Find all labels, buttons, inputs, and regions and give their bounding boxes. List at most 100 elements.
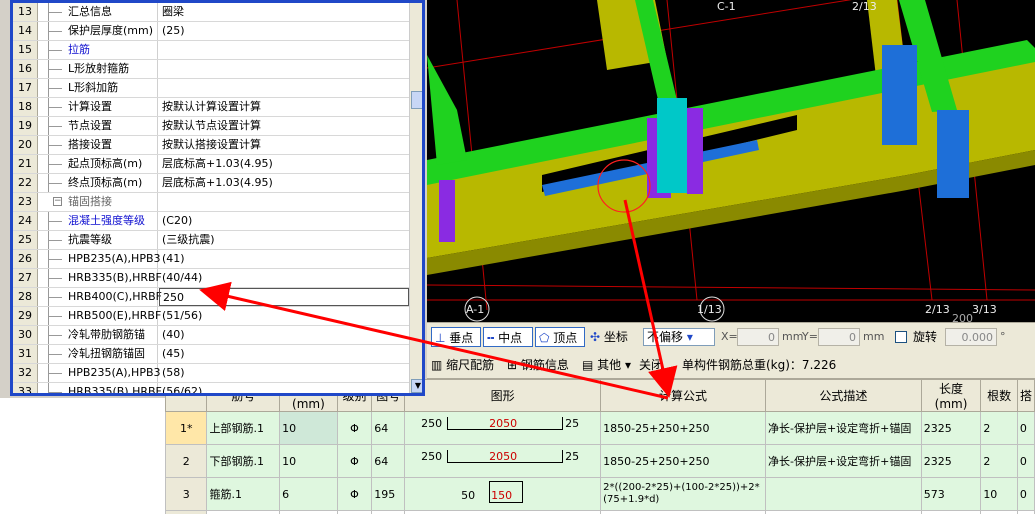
- row-number[interactable]: 3: [165, 477, 208, 511]
- shape-cell[interactable]: 250 2050 25: [404, 411, 602, 445]
- bar-name-cell[interactable]: 上部钢筋.1: [206, 411, 281, 445]
- table-row[interactable]: 4: [165, 510, 1035, 514]
- property-row[interactable]: 17 L形斜加筋: [13, 79, 409, 98]
- property-row[interactable]: 26 HPB235(A),HPB3 (41): [13, 250, 409, 269]
- property-row[interactable]: 28 HRB400(C),HRBF 250: [13, 288, 409, 307]
- formula-description-cell[interactable]: 净长-保护层+设定弯折+锚固: [764, 411, 922, 445]
- 3d-viewport[interactable]: A-1 1/13 2/13 3/13 200 C-1 2/13: [427, 0, 1035, 322]
- other-menu-button[interactable]: ▤ 其他 ▾: [582, 356, 631, 374]
- property-scrollbar[interactable]: ▼: [409, 3, 422, 393]
- property-row[interactable]: 27 HRB335(B),HRBF (40/44): [13, 269, 409, 288]
- property-value[interactable]: (45): [159, 345, 409, 363]
- scrollbar-thumb[interactable]: [411, 91, 422, 109]
- count-cell[interactable]: 2: [980, 411, 1018, 445]
- property-value[interactable]: [159, 60, 409, 78]
- lap-cell[interactable]: 0: [1016, 444, 1035, 478]
- property-value[interactable]: (41): [159, 250, 409, 268]
- length-cell[interactable]: 573: [920, 477, 982, 511]
- property-value[interactable]: 圈梁: [159, 3, 409, 21]
- count-cell[interactable]: 2: [980, 444, 1018, 478]
- property-value[interactable]: 层底标高+1.03(4.95): [159, 174, 409, 192]
- property-row[interactable]: 16 L形放射箍筋: [13, 60, 409, 79]
- scale-rebar-button[interactable]: ▥ 缩尺配筋: [431, 356, 494, 374]
- property-row[interactable]: 14 保护层厚度(mm) (25): [13, 22, 409, 41]
- property-row[interactable]: 32 HPB235(A),HPB3 (58): [13, 364, 409, 383]
- property-row[interactable]: 18 计算设置 按默认计算设置计算: [13, 98, 409, 117]
- bar-name-cell[interactable]: 箍筋.1: [206, 477, 281, 511]
- rotate-checkbox[interactable]: [895, 331, 907, 343]
- shape-right-value: 25: [565, 450, 580, 463]
- property-value[interactable]: (40): [159, 326, 409, 344]
- property-value[interactable]: 按默认计算设置计算: [159, 98, 409, 116]
- close-button[interactable]: 关闭: [639, 356, 663, 374]
- property-value[interactable]: (51/56): [159, 307, 409, 325]
- formula-cell[interactable]: 1850-25+250+250: [600, 444, 766, 478]
- row-number[interactable]: 1*: [165, 411, 208, 445]
- grade-cell[interactable]: Φ: [336, 411, 373, 445]
- property-value[interactable]: (40/44): [159, 269, 409, 287]
- shape-cell[interactable]: 250 2050 25: [404, 444, 602, 478]
- property-row[interactable]: 21 起点顶标高(m) 层底标高+1.03(4.95): [13, 155, 409, 174]
- row-number[interactable]: 4: [165, 510, 208, 514]
- perpendicular-snap-button[interactable]: ⊥ 垂点: [431, 327, 481, 347]
- shape-cell[interactable]: 50 150: [404, 477, 602, 511]
- property-row[interactable]: 31 冷轧扭钢筋锚固 (45): [13, 345, 409, 364]
- property-value[interactable]: (56/62): [159, 383, 409, 393]
- rebar-info-button[interactable]: ⊞ 钢筋信息: [507, 356, 569, 374]
- property-group-row[interactable]: 23− 锚固搭接: [13, 193, 409, 212]
- lap-cell[interactable]: 0: [1016, 477, 1035, 511]
- diameter-cell[interactable]: 10: [279, 444, 338, 478]
- table-row[interactable]: 3 箍筋.1 6 Φ 195 50 150 2*((200-2*25)+(100…: [165, 477, 1035, 511]
- x-offset-input[interactable]: 0: [737, 328, 779, 346]
- figure-number-cell[interactable]: 64: [371, 444, 406, 478]
- property-value[interactable]: (C20): [159, 212, 409, 230]
- property-row[interactable]: 22 终点顶标高(m) 层底标高+1.03(4.95): [13, 174, 409, 193]
- property-row[interactable]: 33 HRB335(B),HRBF (56/62): [13, 383, 409, 393]
- property-row[interactable]: 29 HRB500(E),HRBF (51/56): [13, 307, 409, 326]
- property-value[interactable]: (58): [159, 364, 409, 382]
- length-cell[interactable]: 2325: [920, 444, 982, 478]
- figure-number-cell[interactable]: 195: [371, 477, 406, 511]
- collapse-icon[interactable]: −: [53, 197, 62, 206]
- property-value[interactable]: (25): [159, 22, 409, 40]
- table-row[interactable]: 2 下部钢筋.1 10 Φ 64 250 2050 25 1850-25+250…: [165, 444, 1035, 478]
- property-row[interactable]: 19 节点设置 按默认节点设置计算: [13, 117, 409, 136]
- property-value[interactable]: 250: [159, 288, 409, 306]
- figure-number-cell[interactable]: 64: [371, 411, 406, 445]
- rotate-input[interactable]: 0.000: [945, 328, 997, 346]
- table-row[interactable]: 1* 上部钢筋.1 10 Φ 64 250 2050 25 1850-25+25…: [165, 411, 1035, 445]
- diameter-cell[interactable]: 10: [279, 411, 338, 445]
- scroll-down-icon[interactable]: ▼: [411, 379, 422, 393]
- property-value[interactable]: 层底标高+1.03(4.95): [159, 155, 409, 173]
- property-row[interactable]: 24 混凝土强度等级 (C20): [13, 212, 409, 231]
- property-value[interactable]: (三级抗震): [159, 231, 409, 249]
- property-name: 冷轧扭钢筋锚固: [38, 345, 158, 363]
- count-cell[interactable]: 10: [980, 477, 1018, 511]
- model-canvas[interactable]: A-1 1/13 2/13 3/13 200 C-1 2/13: [427, 0, 1035, 322]
- property-row[interactable]: 30 冷轧带肋钢筋锚 (40): [13, 326, 409, 345]
- diameter-cell[interactable]: 6: [279, 477, 338, 511]
- property-row[interactable]: 15 拉筋: [13, 41, 409, 60]
- property-value[interactable]: 按默认节点设置计算: [159, 117, 409, 135]
- midpoint-snap-button[interactable]: ╍ 中点: [483, 327, 533, 347]
- property-value[interactable]: [159, 41, 409, 59]
- row-number[interactable]: 2: [165, 444, 208, 478]
- grade-cell[interactable]: Φ: [336, 477, 373, 511]
- formula-description-cell[interactable]: [764, 477, 922, 511]
- grade-cell[interactable]: Φ: [336, 444, 373, 478]
- property-row[interactable]: 20 搭接设置 按默认搭接设置计算: [13, 136, 409, 155]
- lap-cell[interactable]: 0: [1016, 411, 1035, 445]
- offset-select[interactable]: 不偏移 ▾: [643, 328, 715, 346]
- y-offset-input[interactable]: 0: [818, 328, 860, 346]
- length-cell[interactable]: 2325: [920, 411, 982, 445]
- bar-name-cell[interactable]: 下部钢筋.1: [206, 444, 281, 478]
- vertex-snap-button[interactable]: ⬠ 顶点: [535, 327, 585, 347]
- formula-description-cell[interactable]: 净长-保护层+设定弯折+锚固: [764, 444, 922, 478]
- property-row[interactable]: 13 汇总信息 圈梁: [13, 3, 409, 22]
- formula-cell[interactable]: 1850-25+250+250: [600, 411, 766, 445]
- property-value[interactable]: 按默认搭接设置计算: [159, 136, 409, 154]
- formula-cell[interactable]: 2*((200-2*25)+(100-2*25))+2*(75+1.9*d): [600, 477, 766, 511]
- property-row[interactable]: 25 抗震等级 (三级抗震): [13, 231, 409, 250]
- property-value[interactable]: [159, 79, 409, 97]
- coordinate-snap-button[interactable]: ✣ 坐标: [587, 327, 643, 347]
